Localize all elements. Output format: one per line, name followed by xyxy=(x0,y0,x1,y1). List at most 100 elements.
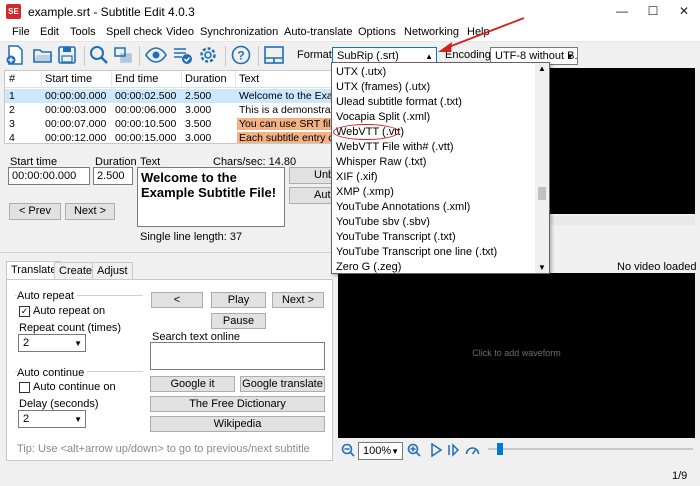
list-item[interactable]: XMP (.xmp) xyxy=(336,186,394,202)
prev-button[interactable]: < Prev xyxy=(9,203,61,220)
google-it-button[interactable]: Google it xyxy=(150,376,235,392)
gear-icon[interactable] xyxy=(197,44,219,66)
menu-file[interactable]: File xyxy=(12,26,30,38)
cell-number: 1 xyxy=(9,90,15,102)
menu-options[interactable]: Options xyxy=(358,26,396,38)
play-button[interactable]: Play xyxy=(211,292,266,308)
list-item[interactable]: Zero G (.zeg) xyxy=(336,261,401,273)
duration-field[interactable]: 2.500 xyxy=(93,167,133,185)
open-folder-icon[interactable] xyxy=(32,44,54,66)
list-item[interactable]: YouTube sbv (.sbv) xyxy=(336,216,430,232)
stop-icon[interactable] xyxy=(447,443,459,457)
list-item[interactable]: YouTube Annotations (.xml) xyxy=(336,201,470,217)
next-subtitle-button[interactable]: Next > xyxy=(272,292,324,308)
list-item[interactable]: WebVTT File with# (.vtt) xyxy=(336,141,454,157)
repeat-count-label: Repeat count (times) xyxy=(19,322,122,334)
search-online-input[interactable] xyxy=(150,342,325,370)
table-row[interactable]: 4 00:00:12.000 00:00:15.000 3.000 Each s… xyxy=(5,131,331,144)
list-item[interactable]: UTX (.utx) xyxy=(336,66,386,82)
table-row[interactable]: 1 00:00:00.000 00:00:02.500 2.500 Welcom… xyxy=(5,89,331,103)
table-row[interactable]: 3 00:00:07.000 00:00:10.500 3.500 You ca… xyxy=(5,117,331,131)
cell-end: 00:00:06.000 xyxy=(115,104,177,116)
chevron-up-icon[interactable]: ▲ xyxy=(538,64,546,73)
single-line-length: Single line length: 37 xyxy=(140,231,243,243)
menu-auto-translate[interactable]: Auto-translate xyxy=(284,26,352,38)
save-icon[interactable] xyxy=(56,44,78,66)
wikipedia-button[interactable]: Wikipedia xyxy=(150,416,325,432)
auto-repeat-title: Auto repeat xyxy=(17,290,77,302)
list-item[interactable]: YouTube Transcript one line (.txt) xyxy=(336,246,497,262)
prev-subtitle-button[interactable]: < xyxy=(151,292,203,308)
video-scrollbar[interactable] xyxy=(550,216,695,225)
col-end-time[interactable]: End time xyxy=(115,73,158,85)
col-text[interactable]: Text xyxy=(239,73,259,85)
auto-repeat-checkbox[interactable]: ✓ xyxy=(19,306,30,317)
layout-icon[interactable] xyxy=(263,44,285,66)
table-row[interactable]: 2 00:00:03.000 00:00:06.000 3.000 This i… xyxy=(5,103,331,117)
col-duration[interactable]: Duration xyxy=(185,73,227,85)
unbreak-button[interactable]: Unb xyxy=(289,167,332,184)
menu-edit[interactable]: Edit xyxy=(40,26,59,38)
cell-start: 00:00:00.000 xyxy=(45,90,107,102)
status-bar: 1/9 xyxy=(0,466,700,486)
dropdown-scroll-thumb[interactable] xyxy=(538,187,546,200)
col-start-time[interactable]: Start time xyxy=(45,73,92,85)
play-icon[interactable] xyxy=(430,443,442,457)
list-item[interactable]: Whisper Raw (.txt) xyxy=(336,156,426,172)
maximize-button[interactable]: ☐ xyxy=(638,0,668,23)
speedometer-icon[interactable] xyxy=(465,443,480,457)
next-button[interactable]: Next > xyxy=(65,203,115,220)
chevron-down-icon[interactable]: ▼ xyxy=(538,263,546,272)
repeat-count-select[interactable]: 2 ▼ xyxy=(18,334,86,352)
auto-continue-title: Auto continue xyxy=(17,367,88,379)
auto-break-button[interactable]: Auto xyxy=(289,187,332,204)
list-item[interactable]: XIF (.xif) xyxy=(336,171,378,187)
auto-continue-checkbox[interactable] xyxy=(19,382,30,393)
list-item[interactable]: UTX (frames) (.utx) xyxy=(336,81,430,97)
format-dropdown-list[interactable]: UTX (.utx) UTX (frames) (.utx) Ulead sub… xyxy=(331,62,550,274)
zoom-in-icon[interactable] xyxy=(407,443,421,457)
replace-icon[interactable] xyxy=(112,44,134,66)
position-slider-thumb[interactable] xyxy=(497,443,503,455)
no-video-label: No video loaded xyxy=(617,261,697,273)
dropdown-scrollbar[interactable]: ▲ ▼ xyxy=(535,63,549,273)
pause-button[interactable]: Pause xyxy=(211,313,266,329)
list-item[interactable]: Ulead subtitle format (.txt) xyxy=(336,96,462,112)
new-file-icon[interactable] xyxy=(4,44,26,66)
tab-create[interactable]: Create xyxy=(54,262,98,279)
subtitle-grid[interactable]: # Start time End time Duration Text 1 00… xyxy=(4,70,332,144)
cell-number: 2 xyxy=(9,104,15,116)
delay-label: Delay (seconds) xyxy=(19,398,99,410)
annotation-circle xyxy=(333,124,399,140)
tip-text: Tip: Use <alt+arrow up/down> to go to pr… xyxy=(17,443,310,455)
annotation-arrow-icon xyxy=(438,17,525,52)
chevron-down-icon: ▼ xyxy=(74,415,82,424)
col-number[interactable]: # xyxy=(9,73,15,85)
minimize-button[interactable]: — xyxy=(607,0,637,23)
chevron-down-icon: ▼ xyxy=(391,447,399,456)
menu-spell-check[interactable]: Spell check xyxy=(106,26,162,38)
eye-icon[interactable] xyxy=(145,44,167,66)
subtitle-text-editor[interactable]: Welcome to the Example Subtitle File! xyxy=(137,167,285,227)
menu-tools[interactable]: Tools xyxy=(70,26,96,38)
list-item[interactable]: YouTube Transcript (.txt) xyxy=(336,231,456,247)
google-translate-button[interactable]: Google translate xyxy=(240,376,325,392)
cell-duration: 2.500 xyxy=(185,90,212,102)
cell-start: 00:00:12.000 xyxy=(45,132,107,144)
menu-video[interactable]: Video xyxy=(166,26,194,38)
help-icon[interactable]: ? xyxy=(230,44,252,66)
zoom-select[interactable]: 100% ▼ xyxy=(358,442,403,460)
position-track[interactable] xyxy=(488,448,693,450)
zoom-out-icon[interactable] xyxy=(341,443,355,457)
title-bar: SE example.srt - Subtitle Edit 4.0.3 — ☐… xyxy=(0,0,700,23)
tab-adjust[interactable]: Adjust xyxy=(92,262,133,279)
video-player[interactable] xyxy=(549,68,695,214)
menu-synchronization[interactable]: Synchronization xyxy=(200,26,278,38)
delay-select[interactable]: 2 ▼ xyxy=(18,410,86,428)
close-button[interactable]: ✕ xyxy=(669,0,699,23)
spell-check-icon[interactable] xyxy=(171,44,193,66)
start-time-field[interactable]: 00:00:00.000 xyxy=(8,167,90,185)
search-icon[interactable] xyxy=(88,44,110,66)
app-icon: SE xyxy=(6,4,21,19)
free-dictionary-button[interactable]: The Free Dictionary xyxy=(150,396,325,412)
